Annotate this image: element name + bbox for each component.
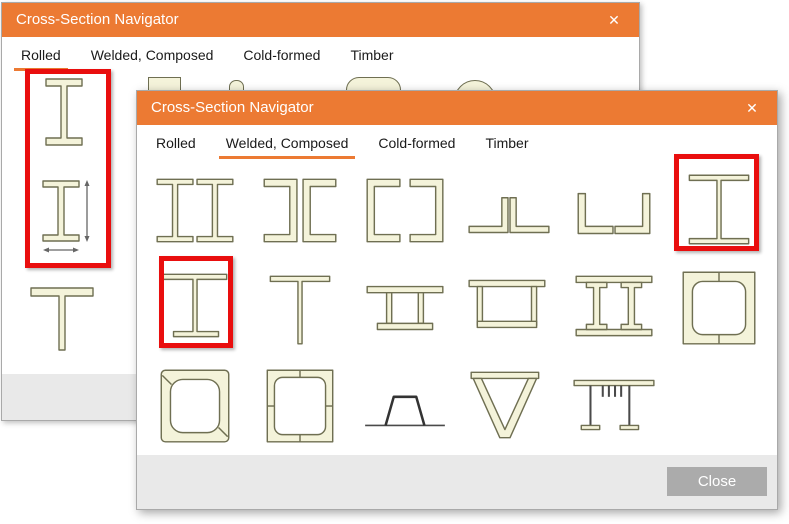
titlebar[interactable]: Cross-Section Navigator ✕ [2,3,639,37]
shape-v-section[interactable] [457,356,562,454]
shape-double-i-beams[interactable] [143,161,248,259]
dialog-footer: Close [137,455,777,509]
tab-cold-formed[interactable]: Cold-formed [371,129,462,159]
close-icon[interactable]: ✕ [735,91,769,125]
tab-welded-composed[interactable]: Welded, Composed [218,129,356,159]
empty-cell [666,356,771,454]
window-title: Cross-Section Navigator [151,99,314,116]
tab-cold-formed[interactable]: Cold-formed [236,41,327,71]
shape-welded-t-section[interactable] [248,259,353,357]
tab-rolled[interactable]: Rolled [14,41,68,71]
shape-welded-i-section[interactable] [666,161,771,259]
tab-timber[interactable]: Timber [478,129,535,159]
shape-rolled-i-section[interactable] [43,77,85,152]
window-cross-section-navigator-front: Cross-Section Navigator ✕ Rolled Welded, … [136,90,778,510]
shape-welded-i-section-asymmetric[interactable] [143,259,248,357]
tab-timber[interactable]: Timber [343,41,400,71]
shape-hat-profile[interactable] [352,356,457,454]
close-icon[interactable]: ✕ [597,3,631,37]
shape-welded-box-rounded[interactable] [666,259,771,357]
shape-channels-facing[interactable] [352,161,457,259]
shape-box-with-top-plate[interactable] [457,259,562,357]
shape-rolled-i-section-with-dimension-arrows[interactable] [42,179,92,262]
tab-rolled[interactable]: Rolled [149,129,203,159]
cross-section-grid [143,161,771,454]
window-title: Cross-Section Navigator [16,11,179,28]
shape-angles-toe-to-toe[interactable] [562,161,667,259]
tab-welded-composed[interactable]: Welded, Composed [84,41,221,71]
titlebar[interactable]: Cross-Section Navigator ✕ [137,91,777,125]
close-button[interactable]: Close [667,467,767,496]
shape-double-i-with-cover-plates[interactable] [562,259,667,357]
shape-ribbed-plate[interactable] [562,356,667,454]
shape-box-from-angles[interactable] [143,356,248,454]
tab-bar: Rolled Welded, Composed Cold-formed Timber [2,37,639,71]
shape-channels-back-to-back[interactable] [248,161,353,259]
tab-bar: Rolled Welded, Composed Cold-formed Timber [137,125,777,159]
shape-box-from-plates[interactable] [248,356,353,454]
shape-double-angles-back-to-back[interactable] [457,161,562,259]
shape-double-web-plated-section[interactable] [352,259,457,357]
shape-rolled-t-section[interactable] [29,285,95,358]
